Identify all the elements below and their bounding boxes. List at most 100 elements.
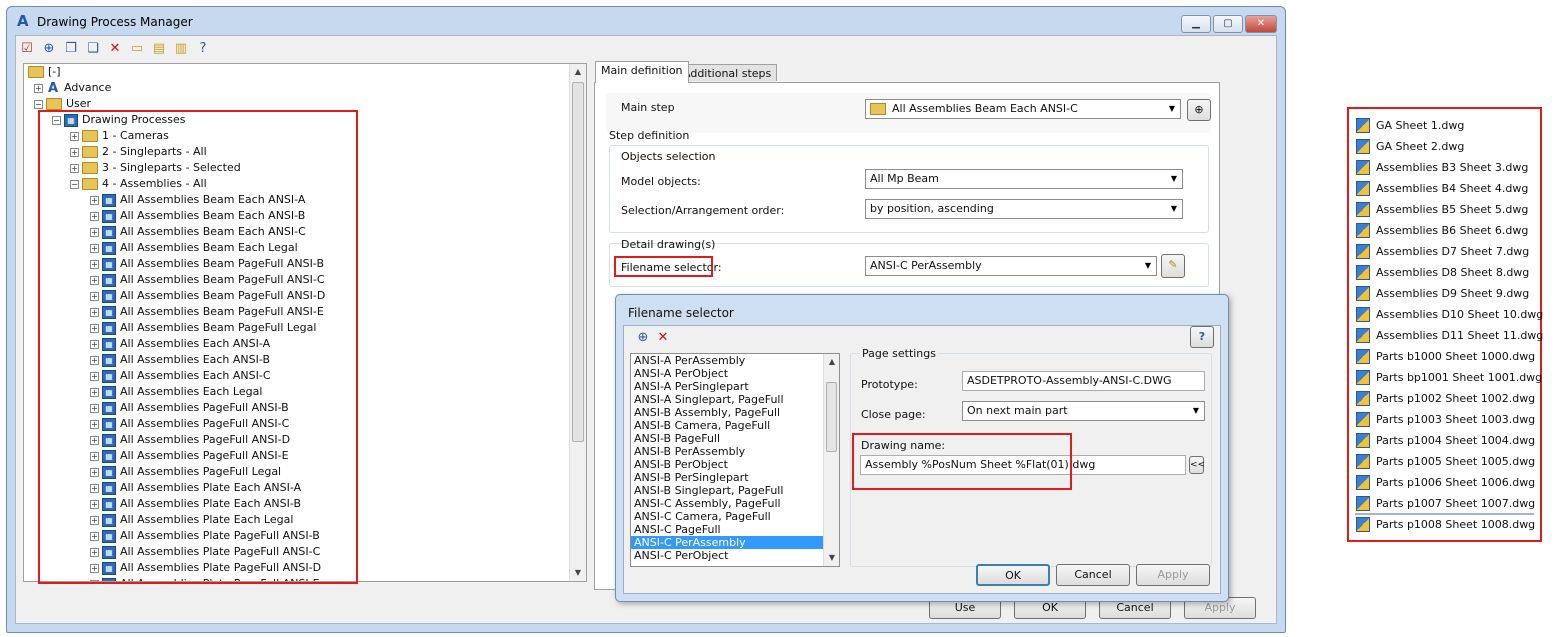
dwg-file-icon bbox=[1356, 453, 1370, 469]
paste-icon[interactable]: ❏ bbox=[84, 40, 102, 58]
list-vertical-scrollbar[interactable]: ▲ ▼ bbox=[823, 354, 839, 566]
list-item[interactable]: ANSI-B PageFull bbox=[631, 432, 823, 445]
file-item: GA Sheet 2.dwg bbox=[1356, 136, 1464, 156]
title-bar[interactable]: A Drawing Process Manager ▁ ▢ ✕ bbox=[7, 7, 1285, 35]
dialog-cancel-button[interactable]: Cancel bbox=[1056, 564, 1130, 586]
file-name: GA Sheet 1.dwg bbox=[1376, 118, 1465, 132]
dwg-file-icon bbox=[1356, 516, 1370, 532]
advance-icon: A bbox=[47, 80, 59, 96]
dwg-file-icon bbox=[1356, 180, 1370, 196]
dwg-file-icon bbox=[1356, 117, 1370, 133]
filename-selector-value: ANSI-C PerAssembly bbox=[870, 259, 982, 272]
dwg-file-icon bbox=[1356, 138, 1370, 154]
filename-selector-select[interactable]: ANSI-C PerAssembly ▼ bbox=[865, 256, 1157, 276]
dwg-file-icon bbox=[1356, 264, 1370, 280]
tree-root[interactable]: [-] bbox=[28, 64, 61, 80]
file-name: Assemblies D10 Sheet 10.dwg bbox=[1376, 307, 1544, 321]
delete-icon[interactable]: ✕ bbox=[106, 40, 124, 58]
file-item: GA Sheet 1.dwg bbox=[1356, 115, 1464, 135]
collapse-icon[interactable]: − bbox=[34, 99, 43, 109]
delete-icon[interactable]: ✕ bbox=[654, 329, 672, 347]
dialog-apply-button[interactable]: Apply bbox=[1136, 564, 1210, 586]
dwg-file-icon bbox=[1356, 306, 1370, 322]
window-title: Drawing Process Manager bbox=[37, 15, 193, 29]
check-doc-icon[interactable]: ☑ bbox=[18, 40, 36, 58]
folder-icon bbox=[28, 66, 44, 78]
list-item[interactable]: ANSI-B PerSinglepart bbox=[631, 471, 823, 484]
list-item[interactable]: ANSI-C PerObject bbox=[631, 549, 823, 562]
dwg-file-icon bbox=[1356, 348, 1370, 364]
list-item[interactable]: ANSI-C PageFull bbox=[631, 523, 823, 536]
file-item: Assemblies B5 Sheet 5.dwg bbox=[1356, 199, 1528, 219]
list-item[interactable]: ANSI-B Camera, PageFull bbox=[631, 419, 823, 432]
add-icon[interactable]: ⊕ bbox=[634, 329, 652, 347]
file-item: Assemblies B4 Sheet 4.dwg bbox=[1356, 178, 1528, 198]
dwg-file-icon bbox=[1356, 327, 1370, 343]
file-item: Assemblies D8 Sheet 8.dwg bbox=[1356, 262, 1529, 282]
file-name: Parts p1005 Sheet 1005.dwg bbox=[1376, 454, 1536, 468]
tree-vertical-scrollbar[interactable]: ▲ ▼ bbox=[569, 64, 586, 581]
scroll-up-icon[interactable]: ▲ bbox=[570, 64, 586, 80]
scroll-thumb[interactable] bbox=[572, 82, 584, 442]
file-item: Parts p1005 Sheet 1005.dwg bbox=[1356, 451, 1535, 471]
insert-placeholder-button[interactable]: << bbox=[1189, 456, 1205, 474]
folder-open-icon[interactable]: ▤ bbox=[150, 40, 168, 58]
order-select[interactable]: by position, ascending ▼ bbox=[865, 199, 1183, 219]
file-item: Parts b1000 Sheet 1000.dwg bbox=[1356, 346, 1535, 366]
dwg-file-icon bbox=[1356, 495, 1370, 511]
main-step-label: Main step bbox=[621, 101, 675, 114]
list-item[interactable]: ANSI-C Camera, PageFull bbox=[631, 510, 823, 523]
help-icon[interactable]: ? bbox=[194, 40, 212, 58]
dialog-ok-button[interactable]: OK bbox=[976, 564, 1050, 586]
edit-filename-selector-button[interactable]: ✎ bbox=[1161, 254, 1185, 278]
tree-node-label: Advance bbox=[64, 81, 112, 94]
file-name: Parts p1008 Sheet 1008.dwg bbox=[1376, 517, 1536, 531]
expand-icon[interactable]: + bbox=[34, 83, 43, 93]
main-step-select[interactable]: All Assemblies Beam Each ANSI-C ▼ bbox=[865, 99, 1181, 119]
scroll-thumb[interactable] bbox=[826, 382, 837, 452]
file-item: Parts bp1001 Sheet 1001.dwg bbox=[1356, 367, 1542, 387]
dwg-file-icon bbox=[1356, 159, 1370, 175]
tab-additional-steps[interactable]: Additional steps bbox=[677, 64, 778, 81]
list-item[interactable]: ANSI-A PerSinglepart bbox=[631, 380, 823, 393]
list-item[interactable]: ANSI-A PerAssembly bbox=[631, 354, 823, 367]
minimize-button[interactable]: ▁ bbox=[1181, 15, 1211, 33]
scroll-up-icon[interactable]: ▲ bbox=[824, 354, 839, 370]
file-name: Assemblies D7 Sheet 7.dwg bbox=[1376, 244, 1530, 258]
list-item[interactable]: ANSI-C PerAssembly bbox=[631, 536, 823, 549]
list-item[interactable]: ANSI-B PerAssembly bbox=[631, 445, 823, 458]
list-item[interactable]: ANSI-A Singlepart, PageFull bbox=[631, 393, 823, 406]
file-item: Assemblies B6 Sheet 6.dwg bbox=[1356, 220, 1528, 240]
tree-node-advance[interactable]: + A Advance bbox=[34, 80, 111, 96]
file-item: Parts p1003 Sheet 1003.dwg bbox=[1356, 409, 1535, 429]
monitor-icon[interactable]: ▭ bbox=[128, 40, 146, 58]
add-icon[interactable]: ⊕ bbox=[40, 40, 58, 58]
close-page-select[interactable]: On next main part ▼ bbox=[962, 401, 1205, 421]
list-item[interactable]: ANSI-B Assembly, PageFull bbox=[631, 406, 823, 419]
chevron-down-icon: ▼ bbox=[1168, 104, 1176, 113]
file-item: Parts p1006 Sheet 1006.dwg bbox=[1356, 472, 1535, 492]
file-item: Assemblies D11 Sheet 11.dwg bbox=[1356, 325, 1543, 345]
list-item[interactable]: ANSI-B Singlepart, PageFull bbox=[631, 484, 823, 497]
file-name: Parts p1002 Sheet 1002.dwg bbox=[1376, 391, 1536, 405]
help-icon[interactable]: ? bbox=[1190, 326, 1214, 348]
maximize-button[interactable]: ▢ bbox=[1213, 15, 1243, 33]
list-item[interactable]: ANSI-C Assembly, PageFull bbox=[631, 497, 823, 510]
copy-icon[interactable]: ❐ bbox=[62, 40, 80, 58]
file-name: Assemblies B3 Sheet 3.dwg bbox=[1376, 160, 1529, 174]
scroll-down-icon[interactable]: ▼ bbox=[570, 565, 586, 581]
list-item[interactable]: ANSI-A PerObject bbox=[631, 367, 823, 380]
order-value: by position, ascending bbox=[870, 202, 994, 215]
list-item[interactable]: ANSI-B PerObject bbox=[631, 458, 823, 471]
close-button[interactable]: ✕ bbox=[1245, 15, 1277, 33]
prototype-input[interactable]: ASDETPROTO-Assembly-ANSI-C.DWG bbox=[962, 371, 1205, 391]
dwg-file-icon bbox=[1356, 432, 1370, 448]
file-item: Parts p1007 Sheet 1007.dwg bbox=[1356, 493, 1535, 513]
model-objects-select[interactable]: All Mp Beam ▼ bbox=[865, 169, 1183, 189]
scroll-down-icon[interactable]: ▼ bbox=[824, 550, 839, 566]
tab-main-definition[interactable]: Main definition bbox=[595, 61, 689, 83]
file-name: Parts p1004 Sheet 1004.dwg bbox=[1376, 433, 1536, 447]
file-name: Assemblies B5 Sheet 5.dwg bbox=[1376, 202, 1529, 216]
new-main-step-button[interactable]: ⊕ bbox=[1187, 99, 1211, 121]
folder-import-icon[interactable]: ▥ bbox=[172, 40, 190, 58]
